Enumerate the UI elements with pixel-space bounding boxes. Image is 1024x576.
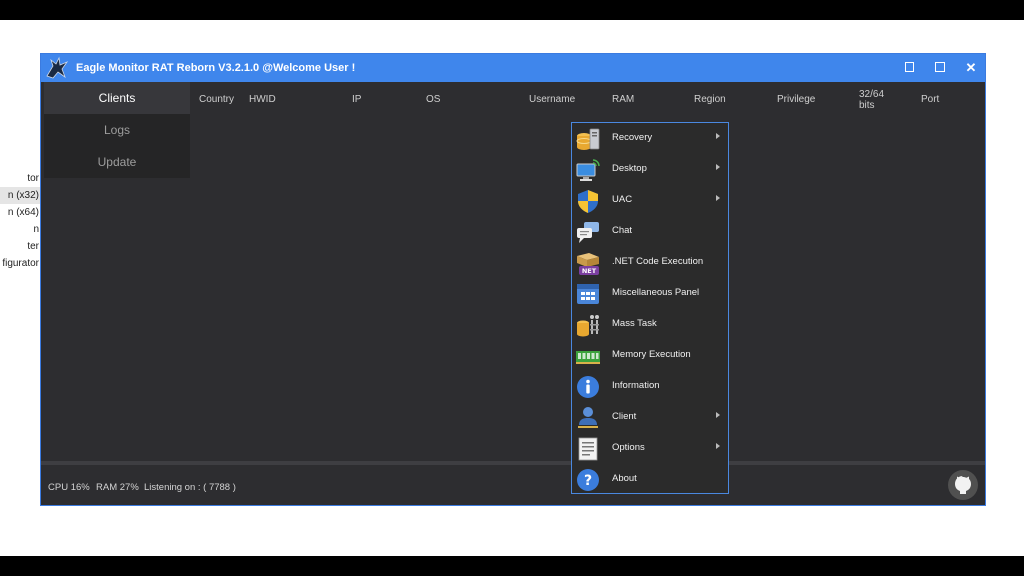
column-header-privilege[interactable]: Privilege [777,94,815,105]
background-app-list: tor n (x32) n (x64) n ter figurator [0,170,42,272]
title-bar[interactable]: Eagle Monitor RAT Reborn V3.2.1.0 @Welco… [41,54,985,82]
eagle-logo-icon [46,56,69,79]
submenu-arrow-icon [716,195,720,201]
column-header-ip[interactable]: IP [352,94,361,105]
menu-item-client[interactable]: Client [572,402,728,433]
maximize-icon [935,62,945,72]
menu-item-label: Miscellaneous Panel [612,287,700,298]
background-list-item[interactable]: figurator [0,255,42,272]
menu-item-mass-task[interactable]: Mass Task [572,309,728,340]
cpu-usage: CPU 16% [48,482,90,493]
menu-item-label: Memory Execution [612,349,691,360]
menu-item-options[interactable]: Options [572,433,728,464]
dotnet-icon: NET [577,253,599,275]
menu-item-label: Information [612,380,660,391]
menu-item-label: Mass Task [612,318,657,329]
menu-item-label: Client [612,411,637,422]
column-header-country[interactable]: Country [199,94,234,105]
close-button[interactable]: ✕ [963,60,979,76]
menu-item-label: Options [612,442,645,453]
menu-item-about[interactable]: ? About [572,464,728,495]
menu-item-uac[interactable]: UAC [572,185,728,216]
menu-item-miscellaneous-panel[interactable]: Miscellaneous Panel [572,278,728,309]
status-bar: CPU 16% RAM 27% Listening on : ( 7788 ) [41,465,985,505]
menu-item-chat[interactable]: Chat [572,216,728,247]
listening-port-status: Listening on : ( 7788 ) [144,482,236,493]
close-icon: ✕ [965,60,977,75]
about-question-icon: ? [577,469,599,491]
menu-item-desktop[interactable]: Desktop [572,154,728,185]
menu-item-information[interactable]: Information [572,371,728,402]
panel-window-icon [577,284,599,304]
sidebar-item-clients[interactable]: Clients [44,82,190,114]
github-icon [955,476,971,494]
column-header-bits[interactable]: 32/64 bits [859,89,889,111]
background-list-item[interactable]: ter [0,238,42,255]
column-header-ram[interactable]: RAM [612,94,634,105]
menu-item-label: About [612,473,637,484]
submenu-arrow-icon [716,443,720,449]
options-document-icon [578,437,598,461]
menu-item-label: Desktop [612,163,647,174]
ram-usage: RAM 27% [96,482,139,493]
main-window: Eagle Monitor RAT Reborn V3.2.1.0 @Welco… [40,53,986,506]
submenu-arrow-icon [716,133,720,139]
info-icon [577,376,599,398]
menu-item-label: .NET Code Execution [612,256,704,267]
minimize-icon [904,62,914,72]
menu-item-label: Recovery [612,132,653,143]
remote-desktop-icon [576,159,600,181]
sidebar: Clients Logs Update [44,82,190,178]
chat-bubbles-icon [577,222,599,243]
menu-item-dotnet-code-execution[interactable]: NET .NET Code Execution [572,247,728,278]
window-title: Eagle Monitor RAT Reborn V3.2.1.0 @Welco… [76,62,356,74]
sidebar-item-update[interactable]: Update [44,146,190,178]
background-list-item[interactable]: n (x64) [0,204,42,221]
svg-text:NET: NET [582,267,597,275]
submenu-arrow-icon [716,412,720,418]
memory-chip-icon [576,351,600,364]
background-list-item[interactable]: n (x32) [0,187,42,204]
column-header-port[interactable]: Port [921,94,939,105]
background-list-item[interactable]: n [0,221,42,238]
database-server-icon [576,128,600,150]
svg-text:?: ? [584,473,592,489]
column-header-region[interactable]: Region [694,94,726,105]
maximize-button[interactable] [932,60,948,76]
client-context-menu: Recovery Desktop UAC Chat NET .NET Code … [571,122,729,494]
column-header-username[interactable]: Username [529,94,575,105]
column-header-hwid[interactable]: HWID [249,94,276,105]
sidebar-item-logs[interactable]: Logs [44,114,190,146]
uac-shield-icon [578,190,598,213]
letterbox-bottom [0,556,1024,576]
menu-item-recovery[interactable]: Recovery [572,123,728,154]
letterbox-top [0,0,1024,20]
menu-item-label: UAC [612,194,633,205]
menu-item-memory-execution[interactable]: Memory Execution [572,340,728,371]
client-user-icon [578,407,598,428]
menu-item-label: Chat [612,225,633,236]
minimize-button[interactable] [901,60,917,76]
mass-task-icon [577,315,599,337]
submenu-arrow-icon [716,164,720,170]
github-button[interactable] [948,470,978,500]
column-header-os[interactable]: OS [426,94,440,105]
background-list-item[interactable]: tor [0,170,42,187]
clients-table-header: Country HWID IP OS Username RAM Region P… [191,82,985,118]
